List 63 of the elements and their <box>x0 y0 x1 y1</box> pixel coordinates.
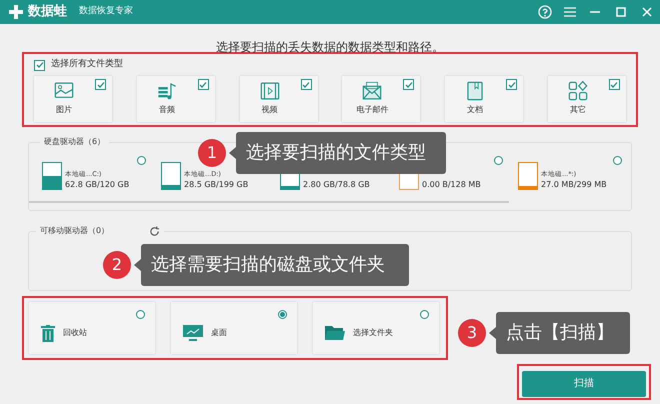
help-icon[interactable] <box>538 5 552 19</box>
radio-button[interactable] <box>278 310 287 319</box>
checkbox[interactable] <box>34 60 45 70</box>
step-number: 1 <box>198 139 226 167</box>
drive-size: 27.0 MB/299 MB <box>541 179 607 190</box>
drive-size: 2.80 GB/78.8 GB <box>303 179 370 190</box>
minimize-icon[interactable] <box>590 11 600 13</box>
folder-icon <box>325 325 345 341</box>
scan-button[interactable]: 扫描 <box>522 370 646 396</box>
section-title: 可移动驱动器（0） <box>40 225 110 237</box>
file-type-card[interactable]: 视频 <box>240 76 318 122</box>
drive-size: 28.5 GB/199 GB <box>184 179 248 190</box>
checkbox[interactable] <box>198 79 209 90</box>
file-type-label: 文档 <box>467 104 484 116</box>
close-icon[interactable] <box>642 7 652 17</box>
location-card[interactable]: 桌面 <box>171 302 297 354</box>
maximize-icon[interactable] <box>616 7 626 17</box>
film-icon <box>258 80 281 102</box>
radio-button[interactable] <box>613 156 622 165</box>
music-icon <box>156 80 178 102</box>
location-card[interactable]: 回收站 <box>29 302 155 354</box>
envelope-icon <box>361 80 384 102</box>
callout-text: 点击【扫描】 <box>506 324 614 342</box>
file-type-card[interactable]: 图片 <box>34 76 112 122</box>
file-type-label: 其它 <box>570 104 586 116</box>
file-type-label: 图片 <box>56 104 72 116</box>
drive-size: 62.8 GB/120 GB <box>65 179 130 190</box>
file-type-label: 电子邮件 <box>356 104 388 116</box>
step-number: 2 <box>103 251 131 279</box>
radio-button[interactable] <box>420 310 429 319</box>
shapes-icon <box>566 80 589 102</box>
radio-button[interactable] <box>137 156 146 165</box>
location-label: 选择文件夹 <box>353 327 393 339</box>
logo-icon <box>8 4 24 20</box>
checkbox[interactable] <box>300 79 312 90</box>
callout-text: 选择要扫描的文件类型 <box>246 144 426 162</box>
app-title: 数据蛙 <box>28 3 67 22</box>
drive-size: 0.00 B/128 MB <box>422 179 481 190</box>
section-title: 硬盘驱动器（6） <box>40 137 110 147</box>
checkbox[interactable] <box>506 79 518 90</box>
location-label: 桌面 <box>211 327 227 339</box>
checkbox[interactable] <box>608 79 620 90</box>
checkbox[interactable] <box>95 79 106 90</box>
file-type-card[interactable]: 音频 <box>136 76 215 122</box>
file-type-card[interactable]: 文档 <box>445 76 524 122</box>
refresh-icon[interactable] <box>149 226 160 236</box>
radio-button[interactable] <box>136 310 145 319</box>
location-card[interactable]: 选择文件夹 <box>313 302 439 354</box>
app-subtitle: 数据恢复专家 <box>79 5 133 18</box>
monitor-icon <box>183 325 203 341</box>
file-type-label: 视频 <box>262 104 278 116</box>
heading: 选择要扫描的丢失数据的数据类型和路径。 <box>216 40 444 54</box>
select-all-label: 选择所有文件类型 <box>51 58 123 72</box>
trash-icon <box>41 324 55 342</box>
step-number: 3 <box>458 319 486 347</box>
checkbox[interactable] <box>403 79 414 90</box>
menu-icon[interactable] <box>564 7 576 17</box>
file-type-card[interactable]: 电子邮件 <box>342 76 420 122</box>
file-type-card[interactable]: 其它 <box>548 76 626 122</box>
callout-text: 选择需要扫描的磁盘或文件夹 <box>151 256 385 274</box>
radio-button[interactable] <box>494 156 503 165</box>
file-type-label: 音频 <box>158 104 175 116</box>
location-label: 回收站 <box>63 327 87 339</box>
